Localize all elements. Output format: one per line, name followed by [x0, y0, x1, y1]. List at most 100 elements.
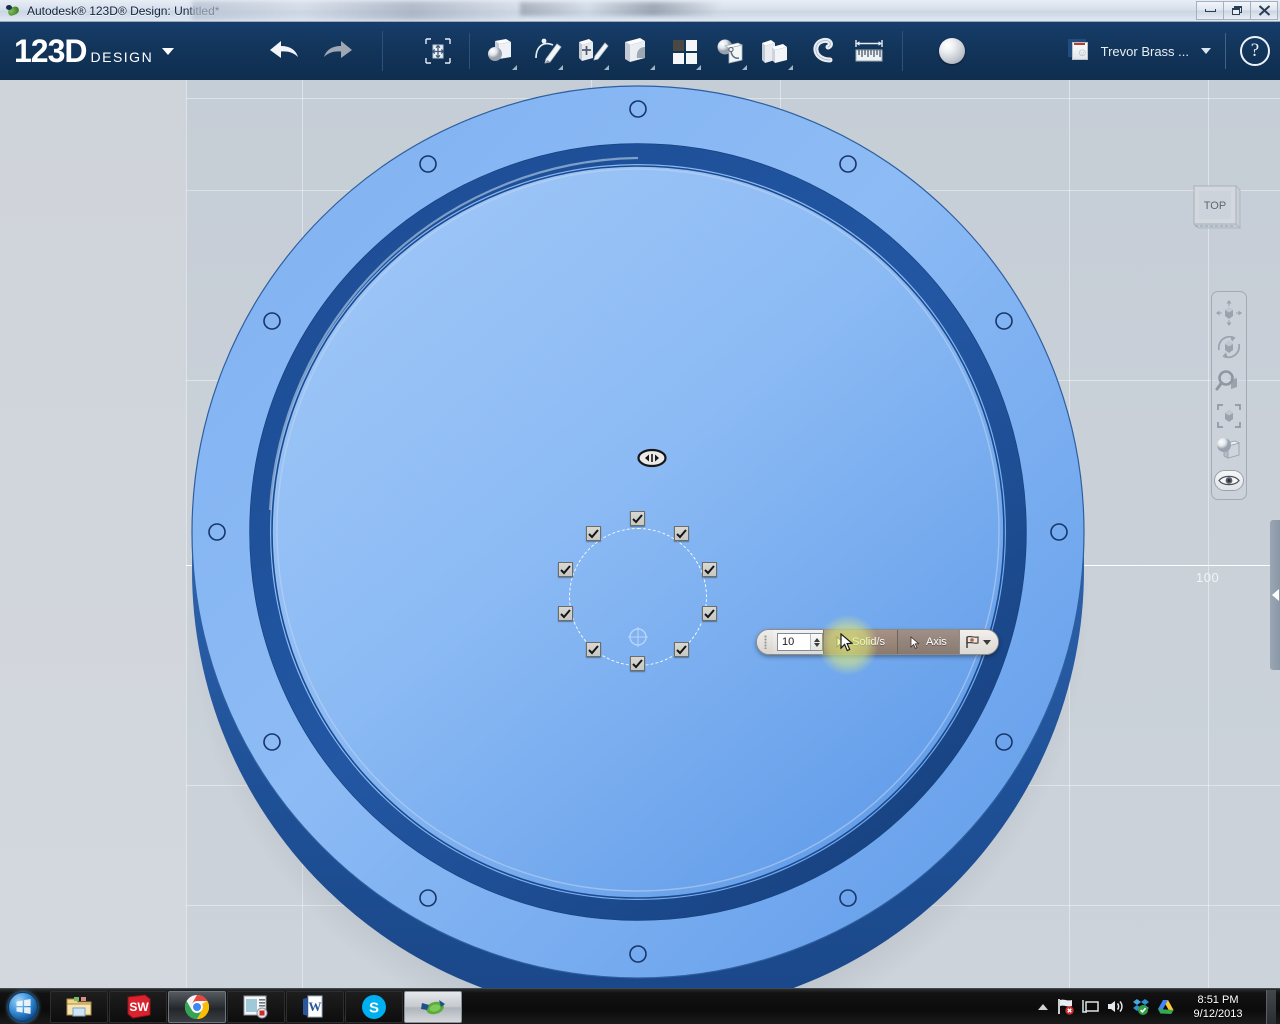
pattern-options-button[interactable]	[958, 630, 998, 654]
pattern-count-spinner[interactable]	[810, 634, 822, 650]
fit-to-view-icon	[1217, 404, 1241, 428]
tray-network[interactable]	[1082, 999, 1099, 1014]
redo-button[interactable]	[322, 37, 356, 65]
select-axis-label: Axis	[926, 636, 947, 648]
pattern-drag-handle-icon[interactable]	[637, 448, 667, 468]
application-window: Autodesk® 123D® Design: Untitled* 123D D…	[0, 0, 1280, 1024]
spinner-down-icon[interactable]	[813, 642, 820, 647]
eye-icon	[1218, 475, 1240, 486]
close-button[interactable]	[1250, 1, 1278, 20]
pattern-instance-checkbox[interactable]	[558, 562, 573, 577]
pattern-instance-checkbox[interactable]	[630, 511, 645, 526]
circular-pattern-mini-toolbar[interactable]: Solid/s Axis	[756, 629, 999, 655]
orbit-tool[interactable]	[1213, 331, 1245, 363]
modify-tool[interactable]	[616, 28, 662, 74]
pattern-instance-checkbox[interactable]	[674, 642, 689, 657]
pattern-instance-checkbox[interactable]	[674, 526, 689, 541]
material-button[interactable]	[939, 38, 966, 64]
display-settings[interactable]	[1213, 433, 1245, 465]
select-solids-button[interactable]: Solid/s	[823, 630, 898, 654]
checkmark-icon	[704, 608, 715, 618]
display-shading-icon	[1217, 438, 1241, 459]
taskbar-skype[interactable]: S	[345, 990, 403, 1023]
show-desktop-button[interactable]	[1266, 989, 1276, 1024]
view-cube[interactable]: TOP	[1186, 178, 1248, 240]
drag-grip-icon[interactable]	[757, 630, 773, 654]
pattern-instance-checkbox[interactable]	[702, 606, 717, 621]
taskbar-clock[interactable]: 8:51 PM 9/12/2013	[1182, 993, 1254, 1021]
word-w-icon: W	[303, 995, 323, 1017]
pattern-tool[interactable]	[662, 28, 708, 74]
taskbar-snipping-tool[interactable]	[227, 990, 285, 1023]
taskbar-windows-explorer[interactable]	[50, 990, 108, 1023]
pattern-instance-checkbox[interactable]	[630, 656, 645, 671]
tray-show-hidden-icons[interactable]	[1037, 1002, 1049, 1012]
tray-action-center[interactable]	[1057, 998, 1074, 1015]
pattern-instance-checkbox[interactable]	[586, 642, 601, 657]
viewport-left-margin	[0, 80, 186, 988]
start-button[interactable]	[0, 990, 46, 1024]
windows-taskbar: SW W S 8:51 PM 9/12/2013	[0, 988, 1280, 1024]
taskbar-google-chrome[interactable]	[168, 990, 226, 1023]
fit-tool[interactable]	[1213, 399, 1245, 431]
3d-viewport[interactable]: 100 10 Solid/s Axis TOP	[0, 80, 1280, 988]
pattern-instance-checkbox[interactable]	[586, 526, 601, 541]
pan-tool[interactable]	[1213, 297, 1245, 329]
svg-text:W: W	[309, 999, 322, 1014]
logo-main-text: 123D	[14, 33, 87, 69]
measure-tool[interactable]	[846, 28, 892, 74]
zoom-tool[interactable]	[1213, 365, 1245, 397]
restore-button[interactable]	[1223, 1, 1251, 20]
main-toolbar	[415, 28, 892, 74]
windows-logo-icon	[8, 991, 38, 1022]
visibility-toggle[interactable]	[1214, 470, 1244, 491]
pattern-instance-checkbox[interactable]	[702, 562, 717, 577]
sketch-pencil-curve-icon	[535, 38, 562, 64]
pattern-count-field[interactable]	[777, 633, 823, 651]
grid-dimension-label: 100	[1196, 570, 1220, 585]
grouping-tool[interactable]	[708, 28, 754, 74]
taskbar-123d-design[interactable]	[404, 990, 462, 1023]
system-tray: 8:51 PM 9/12/2013	[1037, 989, 1280, 1024]
solidworks-sw-icon: SW	[127, 994, 150, 1019]
app-header-toolbar: 123D DESIGN ☺ Trevor Brass ... ?	[0, 22, 1280, 80]
primitives-tool[interactable]	[478, 28, 524, 74]
transform-tool[interactable]	[415, 28, 461, 74]
window-title: Autodesk® 123D® Design: Untitled*	[27, 3, 220, 18]
user-avatar-icon: ☺	[1067, 39, 1092, 63]
select-axis-button[interactable]: Axis	[897, 630, 959, 654]
snap-tool[interactable]	[800, 28, 846, 74]
select-cursor-icon	[836, 635, 846, 649]
close-icon	[1258, 5, 1270, 16]
spinner-up-icon[interactable]	[813, 637, 820, 642]
svg-text:S: S	[369, 999, 379, 1016]
titlebar-ghost-artifact-2	[520, 2, 720, 16]
tray-volume[interactable]	[1107, 999, 1124, 1014]
magnifier-zoom-icon	[1215, 370, 1237, 391]
combine-tool[interactable]	[754, 28, 800, 74]
pattern-count-input[interactable]	[782, 636, 810, 648]
clock-time: 8:51 PM	[1197, 993, 1239, 1006]
options-flag-icon	[966, 635, 979, 648]
window-titlebar: Autodesk® 123D® Design: Untitled*	[0, 0, 1280, 22]
undo-button[interactable]	[266, 37, 300, 65]
minimize-button[interactable]	[1196, 1, 1224, 20]
taskbar-microsoft-word[interactable]: W	[286, 990, 344, 1023]
circular-flange-solid[interactable]	[190, 80, 1090, 988]
tray-dropbox[interactable]	[1132, 998, 1149, 1015]
chevron-down-icon[interactable]	[162, 47, 175, 55]
tray-google-drive[interactable]	[1157, 999, 1174, 1015]
right-panel-toggle[interactable]	[1270, 520, 1280, 670]
sketch-tool[interactable]	[524, 28, 570, 74]
help-icon[interactable]: ?	[1240, 36, 1270, 66]
taskbar-solidworks[interactable]: SW	[109, 990, 167, 1023]
pattern-instance-checkbox[interactable]	[558, 606, 573, 621]
checkmark-icon	[632, 513, 643, 523]
grouping-icon	[717, 39, 744, 64]
construct-tool[interactable]	[570, 28, 616, 74]
dropbox-icon	[1133, 999, 1149, 1015]
chevron-down-icon[interactable]	[982, 639, 991, 645]
account-chevron-down-icon[interactable]	[1201, 48, 1211, 54]
app-logo[interactable]: 123D DESIGN	[14, 33, 175, 69]
view-cube-label: TOP	[1204, 200, 1226, 212]
